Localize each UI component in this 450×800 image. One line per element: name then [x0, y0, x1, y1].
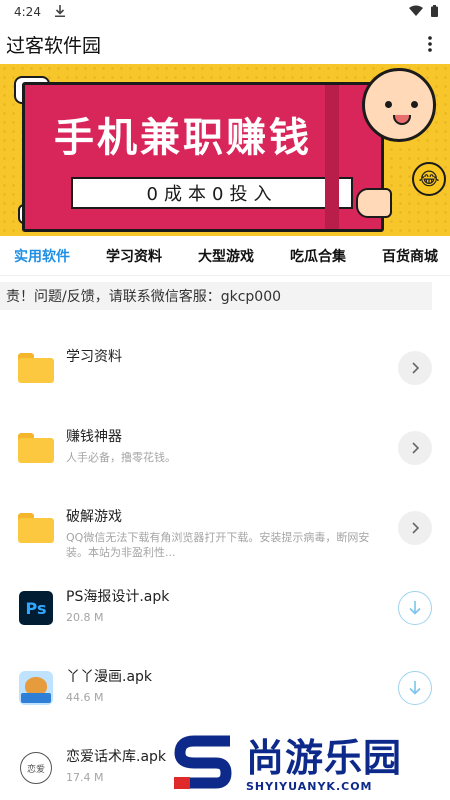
manga-app-icon [18, 670, 54, 706]
item-size: 20.8 M [66, 611, 104, 624]
tab-department-store[interactable]: 百货商城 [382, 246, 438, 266]
battery-icon [431, 4, 438, 20]
item-title: 破解游戏 [66, 509, 122, 525]
folder-icon [18, 430, 54, 466]
folder-icon [18, 350, 54, 386]
love-app-icon: 恋爱 [18, 750, 54, 786]
list-item[interactable]: 学习资料 [18, 328, 432, 408]
promo-banner[interactable]: ••• ♥ 手机兼职赚钱 0成本0投入 😂 [0, 64, 450, 236]
app-title: 过客软件园 [6, 34, 102, 57]
item-title: 学习资料 [66, 349, 122, 365]
banner-card: 手机兼职赚钱 0成本0投入 [22, 82, 384, 232]
more-vert-icon[interactable] [420, 29, 440, 59]
app-bar: 过客软件园 [0, 24, 450, 64]
banner-subtitle: 0成本0投入 [71, 177, 353, 209]
site-watermark: 尚游乐园 SHYIYUANYK.COM [168, 728, 450, 800]
laughing-emoji-icon: 😂 [412, 162, 446, 196]
watermark-url: SHYIYUANYK.COM [246, 779, 373, 793]
item-size: 44.6 M [66, 691, 104, 704]
tab-study-materials[interactable]: 学习资料 [106, 246, 162, 266]
tab-practical-software[interactable]: 实用软件 [14, 246, 70, 266]
item-desc: 人手必备，撸零花钱。 [66, 451, 176, 464]
notice-marquee: 责！问题/反馈，请联系微信客服：gkcp000 [0, 282, 432, 310]
list-item[interactable]: 丫丫漫画.apk 44.6 M [18, 648, 432, 728]
download-icon[interactable] [398, 671, 432, 705]
chevron-right-icon[interactable] [398, 511, 432, 545]
banner-title: 手机兼职赚钱 [54, 115, 312, 161]
download-icon[interactable] [398, 591, 432, 625]
tab-gossip-collection[interactable]: 吃瓜合集 [290, 246, 346, 266]
wifi-icon [409, 5, 423, 19]
status-bar: 4:24 [0, 0, 450, 24]
watermark-name: 尚游乐园 [246, 735, 403, 780]
download-icon [54, 4, 65, 20]
tab-large-games[interactable]: 大型游戏 [198, 246, 254, 266]
item-title: 丫丫漫画.apk [66, 669, 153, 685]
item-title: 赚钱神器 [66, 429, 122, 445]
folder-icon [18, 510, 54, 546]
chevron-right-icon[interactable] [398, 351, 432, 385]
chevron-right-icon[interactable] [398, 431, 432, 465]
pointing-hand-icon [356, 188, 392, 218]
list-item[interactable]: 赚钱神器 人手必备，撸零花钱。 [18, 408, 432, 488]
list-item[interactable]: 破解游戏 QQ微信无法下载有角浏览器打开下载。安装提示病毒，断网安装。本站为非盈… [18, 488, 432, 568]
status-time: 4:24 [14, 5, 41, 19]
item-title: PS海报设计.apk [66, 589, 170, 605]
watermark-logo-icon [172, 733, 238, 795]
baby-face-icon [362, 68, 436, 142]
list-item[interactable]: Ps PS海报设计.apk 20.8 M [18, 568, 432, 648]
category-tabs: 实用软件 学习资料 大型游戏 吃瓜合集 百货商城 [0, 236, 450, 276]
item-desc: QQ微信无法下载有角浏览器打开下载。安装提示病毒，断网安装。本站为非盈利性... [66, 531, 370, 559]
photoshop-icon: Ps [18, 590, 54, 626]
